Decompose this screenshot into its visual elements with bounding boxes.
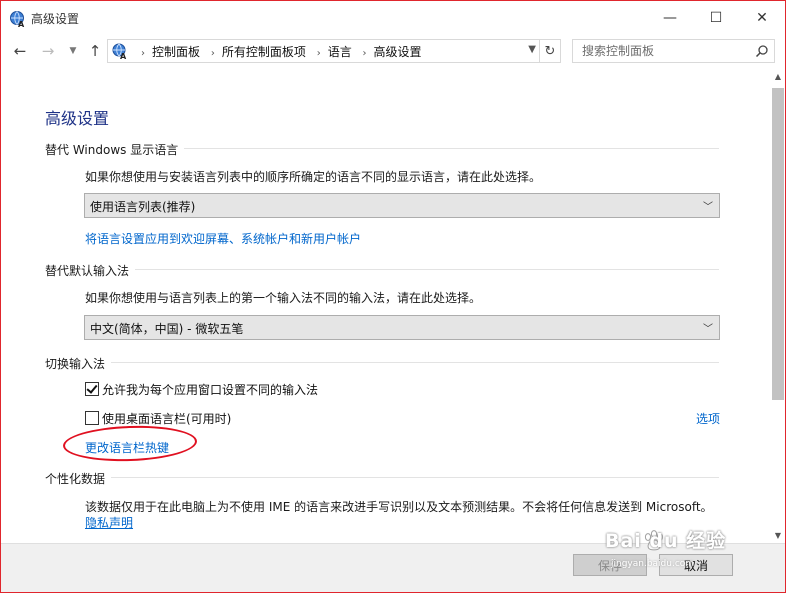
- desktop-language-bar-label[interactable]: 使用桌面语言栏(可用时): [102, 410, 231, 427]
- display-language-select[interactable]: 使用语言列表(推荐) ﹀: [84, 193, 720, 218]
- desktop-language-bar-checkbox[interactable]: [85, 411, 99, 425]
- chevron-right-icon: ›: [141, 48, 145, 59]
- section-divider: [111, 362, 719, 363]
- scroll-up-icon: ▲: [774, 72, 782, 81]
- up-button[interactable]: ↑: [85, 41, 105, 61]
- address-bar[interactable]: A › 控制面板 › 所有控制面板项 › 语言 › 高级设置 ▼ ↻: [107, 39, 561, 63]
- per-app-input-checkbox[interactable]: [85, 382, 99, 396]
- chevron-right-icon[interactable]: ›: [317, 48, 321, 59]
- control-panel-icon: A: [112, 43, 127, 60]
- scrollbar-thumb[interactable]: [772, 88, 784, 400]
- maximize-button[interactable]: ☐: [693, 1, 739, 35]
- maximize-icon: ☐: [709, 10, 723, 26]
- svg-text:A: A: [120, 52, 127, 60]
- arrow-left-icon: ←: [13, 42, 27, 60]
- display-language-heading: 替代 Windows 显示语言: [45, 143, 179, 157]
- chevron-right-icon[interactable]: ›: [363, 48, 367, 59]
- page-title: 高级设置: [45, 109, 110, 128]
- chevron-down-icon: ▼: [69, 46, 77, 56]
- forward-button[interactable]: →: [38, 41, 58, 61]
- baidu-watermark-url: jingyan.baidu.com: [611, 559, 695, 569]
- scroll-down-icon: ▼: [774, 531, 782, 540]
- minimize-icon: —: [663, 10, 677, 26]
- scroll-down-button[interactable]: ▼: [771, 529, 785, 543]
- breadcrumb-advanced-settings[interactable]: 高级设置: [374, 45, 422, 59]
- section-divider: [111, 477, 719, 478]
- window-title: 高级设置: [31, 12, 80, 26]
- navigation-bar: ← → ▼ ↑ A › 控制面板 › 所有控制面板项 › 语言 › 高级设置 ▼ ↻: [1, 35, 785, 67]
- baidu-watermark: Bai du 经验: [605, 530, 727, 552]
- privacy-statement-link[interactable]: 隐私声明: [85, 514, 133, 531]
- default-input-selected: 中文(简体，中国) - 微软五笔: [90, 322, 244, 336]
- refresh-button[interactable]: ↻: [539, 40, 560, 62]
- options-link[interactable]: 选项: [696, 410, 720, 427]
- breadcrumb-control-panel[interactable]: 控制面板: [152, 45, 200, 59]
- arrow-right-icon: →: [41, 42, 55, 60]
- arrow-up-icon: ↑: [88, 42, 102, 60]
- close-button[interactable]: ✕: [739, 1, 785, 35]
- close-icon: ✕: [756, 10, 768, 26]
- minimize-button[interactable]: —: [647, 1, 693, 35]
- title-bar: A 高级设置 — ☐ ✕: [1, 1, 785, 35]
- default-input-select[interactable]: 中文(简体，中国) - 微软五笔 ﹀: [84, 315, 720, 340]
- section-divider: [184, 148, 719, 149]
- annotation-highlight-oval: [62, 423, 198, 464]
- display-language-selected: 使用语言列表(推荐): [90, 200, 196, 214]
- breadcrumb: › 控制面板 › 所有控制面板项 › 语言 › 高级设置: [134, 43, 422, 60]
- svg-text:A: A: [18, 20, 25, 28]
- chevron-down-icon: ﹀: [703, 202, 713, 213]
- switch-input-heading: 切换输入法: [45, 357, 106, 371]
- breadcrumb-all-items[interactable]: 所有控制面板项: [222, 45, 306, 59]
- chevron-down-icon: ﹀: [703, 324, 713, 335]
- language-globe-icon: A: [10, 11, 25, 28]
- scroll-up-button[interactable]: ▲: [771, 70, 785, 84]
- display-language-description: 如果你想使用与安装语言列表中的顺序所确定的语言不同的显示语言，请在此处选择。: [85, 170, 542, 184]
- personalization-description: 该数据仅用于在此电脑上为不使用 IME 的语言来改进手写识别以及文本预测结果。不…: [85, 500, 713, 514]
- section-divider: [135, 269, 719, 270]
- refresh-icon: ↻: [544, 43, 556, 59]
- chevron-right-icon[interactable]: ›: [211, 48, 215, 59]
- back-button[interactable]: ←: [10, 41, 30, 61]
- per-app-input-label[interactable]: 允许我为每个应用窗口设置不同的输入法: [102, 381, 318, 398]
- search-box[interactable]: [572, 39, 775, 63]
- advanced-settings-window: A 高级设置 — ☐ ✕ ← → ▼ ↑ A › 控制面板 › 所有控制面板项 › 语…: [0, 0, 786, 593]
- recent-locations-button[interactable]: ▼: [63, 41, 83, 61]
- search-icon[interactable]: [755, 44, 769, 58]
- search-input[interactable]: [573, 40, 752, 62]
- address-dropdown-icon[interactable]: ▼: [528, 44, 536, 55]
- settings-content: 高级设置 替代 Windows 显示语言 如果你想使用与安装语言列表中的顺序所确…: [1, 67, 771, 543]
- personalization-heading: 个性化数据: [45, 472, 106, 486]
- apply-language-settings-link[interactable]: 将语言设置应用到欢迎屏幕、系统帐户和新用户帐户: [85, 230, 361, 247]
- breadcrumb-language[interactable]: 语言: [328, 45, 352, 59]
- default-input-description: 如果你想使用与语言列表上的第一个输入法不同的输入法，请在此处选择。: [85, 291, 482, 305]
- dialog-footer: 保存 取消 Bai du 经验 jingyan.baidu.com: [1, 530, 785, 592]
- default-input-heading: 替代默认输入法: [45, 264, 130, 278]
